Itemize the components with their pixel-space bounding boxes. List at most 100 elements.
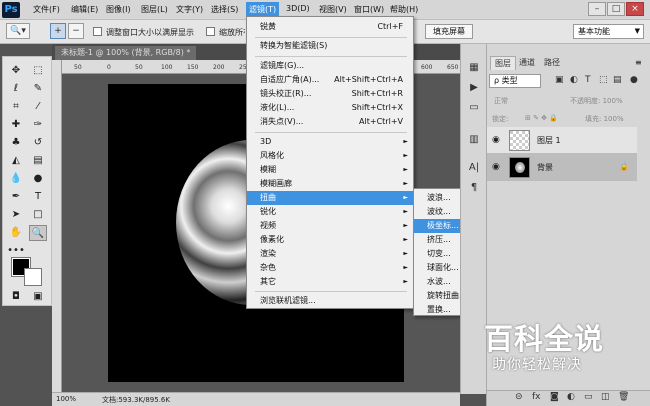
libraries-panel-icon[interactable]: ▥ bbox=[465, 132, 483, 148]
zoom-all-checkbox[interactable] bbox=[206, 27, 215, 36]
lock-icons[interactable]: ⊞ ✎ ✥ 🔒 bbox=[525, 114, 558, 122]
properties-panel-icon[interactable]: ▭ bbox=[465, 100, 483, 116]
menu-item-distort[interactable]: 扭曲 ► bbox=[247, 191, 413, 205]
document-tab[interactable]: 未标题-1 @ 100% (背景, RGB/8) * bbox=[55, 46, 197, 60]
menu-view[interactable]: 视图(V) bbox=[319, 4, 347, 15]
blur-tool-icon[interactable]: 💧 bbox=[7, 171, 25, 187]
smart-object-filter-icon[interactable]: ▤ bbox=[613, 75, 622, 85]
menu-item-label: 浏览联机滤镜... bbox=[260, 296, 316, 305]
menu-item-blur[interactable]: 模糊 ► bbox=[247, 163, 413, 177]
menu-item-3d[interactable]: 3D ► bbox=[247, 135, 413, 149]
blend-mode-select[interactable]: 正常 bbox=[494, 96, 508, 106]
quick-select-tool-icon[interactable]: ✎ bbox=[29, 81, 47, 97]
fill-screen-button[interactable]: 填充屏幕 bbox=[425, 24, 473, 39]
zoom-tool-preset-icon[interactable]: 🔍▾ bbox=[6, 23, 30, 39]
more-tools-icon[interactable]: ••• bbox=[7, 243, 25, 259]
adjustment-layer-icon[interactable]: ◐ bbox=[567, 392, 575, 402]
adjustment-filter-icon[interactable]: ◐ bbox=[570, 75, 578, 85]
opacity-field[interactable]: 不透明度: 100% bbox=[570, 96, 623, 106]
layer-filter-kind-select[interactable]: ρ 类型 bbox=[489, 74, 541, 88]
menu-item-other[interactable]: 其它 ► bbox=[247, 275, 413, 289]
eye-icon[interactable]: ◉ bbox=[492, 162, 500, 172]
menu-item-vanishing-point[interactable]: 消失点(V)... Alt+Ctrl+V bbox=[247, 115, 413, 129]
menu-item-noise[interactable]: 杂色 ► bbox=[247, 261, 413, 275]
menu-item-adaptive-wide-angle[interactable]: 自适应广角(A)... Alt+Shift+Ctrl+A bbox=[247, 73, 413, 87]
menu-file[interactable]: 文件(F) bbox=[33, 4, 60, 15]
history-brush-icon[interactable]: ↺ bbox=[29, 135, 47, 151]
menu-item-convert-smart-filter[interactable]: 转换为智能滤镜(S) bbox=[247, 39, 413, 53]
clone-stamp-icon[interactable]: ♣ bbox=[7, 135, 25, 151]
menu-item-blur-gallery[interactable]: 模糊画廊 ► bbox=[247, 177, 413, 191]
eye-icon[interactable]: ◉ bbox=[492, 135, 500, 145]
resize-windows-checkbox[interactable] bbox=[93, 27, 102, 36]
paragraph-panel-icon[interactable]: ¶ bbox=[465, 180, 483, 196]
menu-image[interactable]: 图像(I) bbox=[106, 4, 131, 15]
path-select-icon[interactable]: ➤ bbox=[7, 207, 25, 223]
type-filter-icon[interactable]: T bbox=[585, 75, 591, 85]
maximize-button[interactable]: □ bbox=[607, 2, 625, 16]
menu-item-sharpen[interactable]: 锐化 ► bbox=[247, 205, 413, 219]
layer-row[interactable]: ◉ 图层 1 bbox=[487, 127, 637, 154]
shape-tool-icon[interactable]: □ bbox=[29, 207, 47, 223]
layer-style-icon[interactable]: fx bbox=[532, 392, 541, 402]
marquee-tool-icon[interactable]: ⬚ bbox=[29, 63, 47, 79]
panel-menu-icon[interactable]: ≡ bbox=[635, 58, 642, 67]
menu-item-video[interactable]: 视频 ► bbox=[247, 219, 413, 233]
actions-panel-icon[interactable]: ▶ bbox=[465, 80, 483, 96]
tab-layers[interactable]: 图层 bbox=[490, 56, 516, 70]
shape-filter-icon[interactable]: ⬚ bbox=[599, 75, 608, 85]
new-group-icon[interactable]: ▭ bbox=[584, 392, 593, 402]
new-layer-icon[interactable]: ◫ bbox=[601, 392, 610, 402]
tab-channels[interactable]: 通道 bbox=[515, 56, 539, 70]
fill-field[interactable]: 填充: 100% bbox=[585, 114, 624, 124]
menu-item-pixelate[interactable]: 像素化 ► bbox=[247, 233, 413, 247]
menu-3d[interactable]: 3D(D) bbox=[286, 4, 310, 13]
lock-icon: 🔒 bbox=[619, 162, 629, 171]
type-tool-icon[interactable]: T bbox=[29, 189, 47, 205]
move-tool-icon[interactable]: ✥ bbox=[7, 63, 25, 79]
menu-edit[interactable]: 编辑(E) bbox=[71, 4, 98, 15]
pen-tool-icon[interactable]: ✒ bbox=[7, 189, 25, 205]
menu-item-liquify[interactable]: 液化(L)... Shift+Ctrl+X bbox=[247, 101, 413, 115]
menu-type[interactable]: 文字(Y) bbox=[176, 4, 203, 15]
eraser-tool-icon[interactable]: ◭ bbox=[7, 153, 25, 169]
pixel-filter-icon[interactable]: ▣ bbox=[555, 75, 564, 85]
add-mask-icon[interactable]: ◙ bbox=[550, 392, 559, 402]
close-button[interactable]: × bbox=[626, 2, 644, 16]
delete-layer-icon[interactable]: 🗑 bbox=[618, 392, 629, 402]
menu-window[interactable]: 窗口(W) bbox=[354, 4, 384, 15]
crop-tool-icon[interactable]: ⌗ bbox=[7, 99, 25, 115]
menu-item-last-filter[interactable]: 锐黄 Ctrl+F bbox=[247, 20, 413, 34]
lasso-tool-icon[interactable]: ℓ bbox=[7, 81, 25, 97]
link-layers-icon[interactable]: ⊝ bbox=[515, 392, 523, 402]
background-color-swatch[interactable] bbox=[24, 268, 42, 286]
menu-item-browse-online-filters[interactable]: 浏览联机滤镜... bbox=[247, 294, 413, 308]
tab-paths[interactable]: 路径 bbox=[540, 56, 564, 70]
layer-row[interactable]: ◉ 背景 🔒 bbox=[487, 154, 637, 181]
menu-item-filter-gallery[interactable]: 滤镜库(G)... bbox=[247, 59, 413, 73]
dodge-tool-icon[interactable]: ● bbox=[29, 171, 47, 187]
screen-mode-icon[interactable]: ▣ bbox=[29, 289, 47, 305]
zoom-in-icon[interactable]: + bbox=[50, 23, 66, 39]
zoom-tool-icon[interactable]: 🔍 bbox=[29, 225, 47, 241]
gradient-tool-icon[interactable]: ▤ bbox=[29, 153, 47, 169]
menu-item-stylize[interactable]: 风格化 ► bbox=[247, 149, 413, 163]
zoom-out-icon[interactable]: − bbox=[68, 23, 84, 39]
eyedropper-tool-icon[interactable]: ⁄ bbox=[29, 99, 47, 115]
hand-tool-icon[interactable]: ✋ bbox=[7, 225, 25, 241]
menu-item-lens-correction[interactable]: 镜头校正(R)... Shift+Ctrl+R bbox=[247, 87, 413, 101]
quick-mask-icon[interactable]: ◘ bbox=[7, 289, 25, 305]
menu-item-render[interactable]: 渲染 ► bbox=[247, 247, 413, 261]
healing-brush-icon[interactable]: ✚ bbox=[7, 117, 25, 133]
brush-tool-icon[interactable]: ✑ bbox=[29, 117, 47, 133]
minimize-button[interactable]: – bbox=[588, 2, 606, 16]
zoom-level[interactable]: 100% bbox=[56, 395, 76, 403]
menu-separator bbox=[255, 56, 407, 57]
history-panel-icon[interactable]: ▦ bbox=[465, 60, 483, 76]
character-panel-icon[interactable]: A| bbox=[465, 160, 483, 176]
menu-select[interactable]: 选择(S) bbox=[211, 4, 238, 15]
menu-help[interactable]: 帮助(H) bbox=[390, 4, 418, 15]
filter-toggle-icon[interactable]: ● bbox=[630, 75, 638, 85]
workspace-select[interactable]: 基本功能 ▼ bbox=[573, 24, 644, 39]
menu-layer[interactable]: 图层(L) bbox=[141, 4, 168, 15]
